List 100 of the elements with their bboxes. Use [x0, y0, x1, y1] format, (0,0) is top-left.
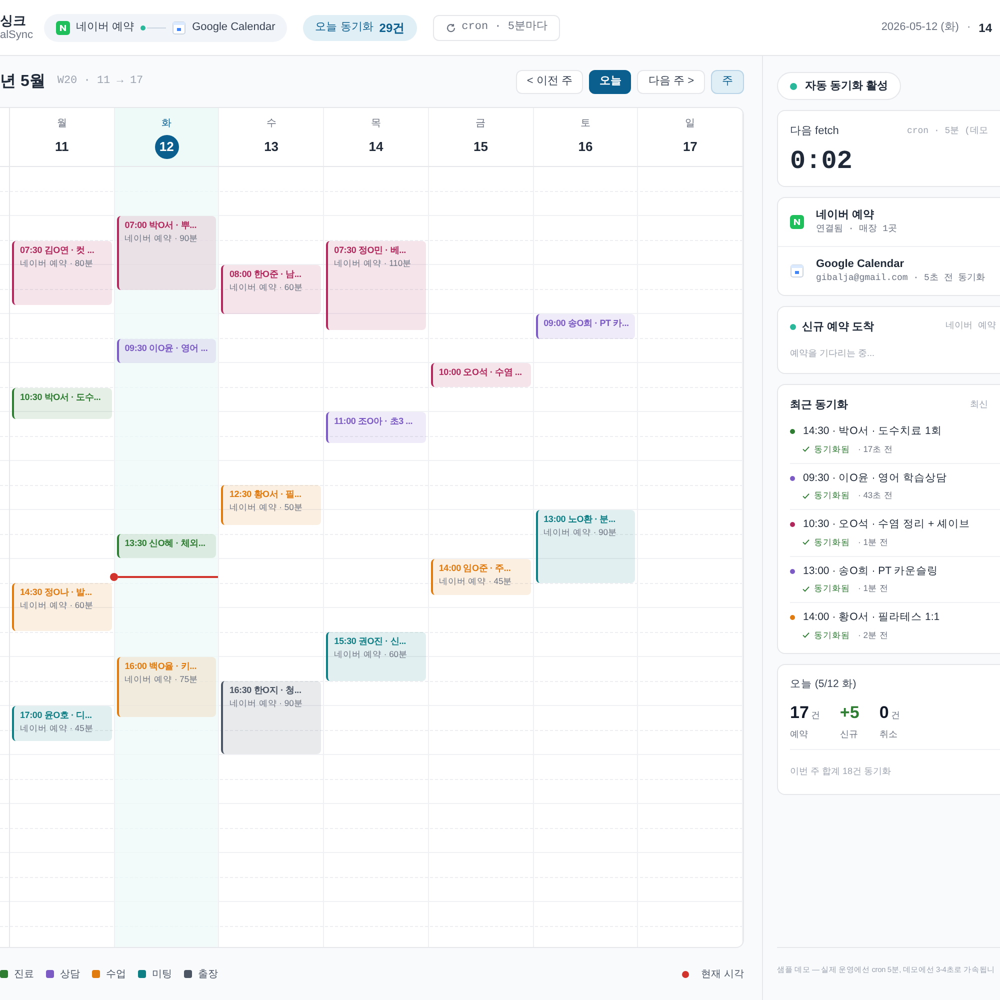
check-icon	[802, 631, 810, 640]
event-title: 16:30 한O지 · 청...	[229, 684, 302, 696]
day-number[interactable]: 17	[682, 134, 698, 158]
weekday-label: 수	[266, 116, 276, 130]
source-label: 네이버 예약	[76, 20, 134, 36]
legend-label: 상담	[60, 968, 80, 982]
event-block[interactable]: 14:00 임O준 · 주... 네이버 예약 · 45분	[430, 559, 531, 595]
stat-label: 취소	[879, 728, 898, 741]
event-title: 10:30 박O서 · 도수...	[20, 391, 101, 403]
check-icon	[802, 445, 810, 454]
sync-count-badge: 오늘 동기화 29건	[303, 14, 417, 40]
event-block[interactable]: 07:30 김O연 · 컷 ... 네이버 예약 · 80분	[12, 241, 112, 305]
sync-item-title: 14:00 · 황O서 · 필라테스 1:1	[803, 610, 940, 625]
sync-item-title: 13:00 · 송O희 · PT 카운슬링	[803, 564, 938, 578]
legend-label: 출장	[198, 968, 218, 982]
event-block[interactable]: 11:00 조O아 · 초3 ...	[326, 412, 426, 443]
event-block[interactable]: 17:00 윤O호 · 디... 네이버 예약 · 45분	[12, 706, 112, 741]
week-nav-button[interactable]: 다음 주 >	[637, 70, 705, 94]
event-block[interactable]: 10:00 오O석 · 수염 ...	[430, 363, 531, 387]
event-block[interactable]: 12:30 황O서 · 필... 네이버 예약 · 50분	[221, 485, 322, 525]
today-title: 오늘 (5/12 화)	[790, 676, 858, 692]
stat-unit: 건	[810, 709, 820, 722]
event-title: 08:00 한O준 · 남...	[229, 268, 302, 280]
view-tab[interactable]: 주	[711, 70, 744, 94]
sync-time: · 43초 전	[858, 489, 894, 502]
refresh-icon	[446, 22, 456, 32]
target-label: Google Calendar	[192, 20, 276, 36]
naver-n-icon	[790, 214, 804, 228]
weekday-label: 토	[580, 116, 590, 130]
stat-unit: 건	[890, 709, 900, 722]
legend-label: 현재 시각	[701, 968, 744, 982]
check-icon	[802, 584, 810, 593]
event-title: 12:30 황O서 · 필...	[229, 488, 302, 500]
sync-time: · 2분 전	[858, 628, 888, 642]
cron-button[interactable]: cron · 5분마다	[432, 14, 560, 40]
connection-name: Google Calendar	[816, 256, 906, 272]
event-title: 16:00 백O율 · 키...	[124, 660, 197, 672]
week-range: W20 · 11 → 17	[57, 74, 144, 90]
stat-value: 0	[879, 702, 889, 724]
sync-status: 동기화됨	[814, 628, 850, 642]
event-title: 13:30 신O혜 · 체외...	[124, 537, 206, 549]
week-total: 이번 주 합계 18건 동기화	[790, 766, 892, 776]
event-title: 10:00 오O석 · 수염 ...	[438, 366, 522, 378]
event-subtitle: 네이버 예약 · 60분	[20, 599, 94, 612]
day-number[interactable]: 12	[154, 134, 179, 158]
event-block[interactable]: 13:30 신O혜 · 체외...	[116, 534, 216, 558]
weekday-label: 일	[685, 116, 696, 130]
week-nav-button[interactable]: < 이전 주	[516, 70, 584, 94]
sync-status: 동기화됨	[814, 489, 850, 502]
event-block[interactable]: 13:00 노O환 · 분... 네이버 예약 · 90분	[536, 510, 636, 583]
app-subtitle: alSync	[0, 28, 34, 42]
event-subtitle: 네이버 예약 · 75분	[124, 673, 200, 686]
event-block[interactable]: 09:00 송O희 · PT 카...	[536, 314, 636, 339]
event-title: 14:30 정O나 · 발...	[20, 586, 92, 598]
fetch-label: 다음 fetch	[790, 124, 839, 139]
calendar-icon	[172, 20, 186, 34]
legend-label: 미팅	[152, 968, 172, 982]
sync-status: 동기화됨	[814, 536, 850, 548]
stat-label: 신규	[840, 728, 859, 741]
event-block[interactable]: 07:30 정O민 · 베... 네이버 예약 · 110분	[326, 241, 426, 330]
day-number[interactable]: 13	[264, 134, 279, 158]
event-title: 09:00 송O희 · PT 카...	[544, 317, 629, 329]
event-block[interactable]: 16:00 백O율 · 키... 네이버 예약 · 75분	[116, 657, 216, 717]
event-subtitle: 네이버 예약 · 110분	[334, 257, 413, 270]
day-number[interactable]: 15	[474, 134, 488, 158]
event-title: 11:00 조O아 · 초3 ...	[334, 415, 413, 427]
sync-status: 동기화됨	[814, 442, 850, 456]
incoming-message: 예약을 기다리는 중...	[790, 347, 876, 360]
connection-name: 네이버 예약	[816, 208, 876, 222]
fetch-schedule: cron · 5분 (데모	[906, 124, 988, 138]
event-subtitle: 네이버 예약 · 50분	[229, 501, 304, 514]
day-number[interactable]: 16	[578, 134, 593, 158]
day-number[interactable]: 11	[54, 134, 69, 158]
event-subtitle: 네이버 예약 · 90분	[229, 697, 304, 710]
event-title: 15:30 권O진 · 신...	[334, 635, 406, 647]
app-name: 싱크	[0, 12, 27, 29]
event-block[interactable]: 09:30 이O윤 · 영어 ...	[116, 339, 216, 363]
separator-dot: ·	[966, 20, 971, 36]
event-block[interactable]: 14:30 정O나 · 발... 네이버 예약 · 60분	[12, 583, 112, 631]
weekday-label: 화	[162, 116, 172, 130]
weekday-label: 금	[476, 116, 486, 130]
legend-label: 수업	[106, 968, 126, 982]
event-subtitle: 네이버 예약 · 45분	[438, 575, 514, 588]
week-nav-button[interactable]: 오늘	[589, 70, 632, 94]
event-block[interactable]: 07:00 박O서 · 뿌... 네이버 예약 · 90분	[116, 216, 216, 290]
recent-title: 최근 동기화	[790, 398, 848, 412]
legend-label: 진료	[14, 968, 34, 982]
stat-label: 예약	[790, 728, 809, 741]
check-icon	[802, 538, 810, 546]
date-label: 2026-05-12 (화)	[881, 20, 959, 36]
event-block[interactable]: 15:30 권O진 · 신... 네이버 예약 · 60분	[326, 632, 426, 681]
event-block[interactable]: 10:30 박O서 · 도수...	[12, 388, 112, 419]
event-subtitle: 네이버 예약 · 80분	[20, 257, 94, 270]
sort-label: 최신	[970, 398, 989, 411]
connection-detail: gibalja@gmail.com · 5초 전 동기화	[816, 272, 986, 285]
day-number[interactable]: 14	[368, 134, 384, 158]
event-subtitle: 네이버 예약 · 60분	[334, 648, 409, 661]
event-block[interactable]: 16:30 한O지 · 청... 네이버 예약 · 90분	[221, 681, 322, 754]
fetch-countdown: 0:02	[790, 148, 854, 174]
event-block[interactable]: 08:00 한O준 · 남... 네이버 예약 · 60분	[221, 265, 322, 314]
